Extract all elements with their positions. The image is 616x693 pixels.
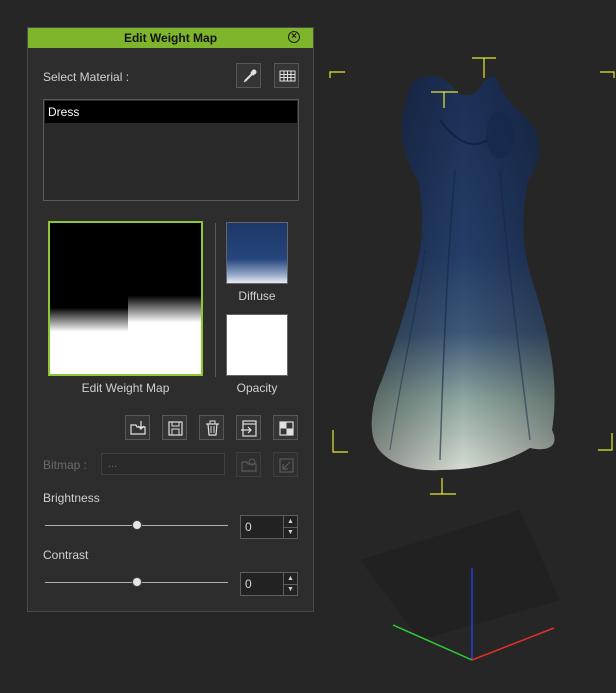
dress-model bbox=[371, 76, 555, 471]
opacity-caption: Opacity bbox=[236, 381, 278, 395]
export-icon bbox=[241, 420, 257, 437]
checker-map-button[interactable] bbox=[273, 415, 298, 440]
material-grid-icon bbox=[279, 70, 296, 82]
delete-map-button[interactable] bbox=[199, 415, 224, 440]
material-item-dress[interactable]: Dress bbox=[45, 101, 297, 123]
edit-weight-map-panel: Edit Weight Map × Select Material : Dres… bbox=[27, 27, 314, 612]
select-material-label: Select Material : bbox=[43, 70, 130, 84]
eyedropper-button[interactable] bbox=[236, 63, 261, 88]
material-grid-button[interactable] bbox=[274, 63, 299, 88]
diffuse-thumbnail[interactable] bbox=[226, 222, 288, 284]
diffuse-caption: Diffuse bbox=[238, 289, 276, 303]
edit-bitmap-icon bbox=[279, 458, 294, 473]
contrast-value[interactable]: 0 bbox=[245, 573, 252, 595]
brightness-decrement[interactable]: ▼ bbox=[283, 527, 297, 538]
export-map-button[interactable] bbox=[236, 415, 261, 440]
contrast-spinbox[interactable]: 0 ▲ ▼ bbox=[240, 572, 298, 596]
save-map-button[interactable] bbox=[162, 415, 187, 440]
edit-bitmap-button[interactable] bbox=[273, 452, 298, 477]
opacity-thumbnail[interactable] bbox=[226, 314, 288, 376]
load-icon bbox=[130, 421, 146, 435]
eyedropper-icon bbox=[243, 69, 257, 83]
diffuse-preview bbox=[227, 223, 287, 283]
checker-icon bbox=[279, 421, 294, 436]
bitmap-field[interactable]: ... bbox=[101, 453, 225, 475]
delete-icon bbox=[206, 420, 219, 436]
load-map-button[interactable] bbox=[125, 415, 150, 440]
browse-bitmap-icon bbox=[241, 458, 257, 472]
panel-title: Edit Weight Map bbox=[123, 31, 218, 45]
weight-map-thumbnail[interactable] bbox=[48, 221, 203, 376]
contrast-decrement[interactable]: ▼ bbox=[283, 584, 297, 595]
weight-map-caption: Edit Weight Map bbox=[81, 381, 170, 395]
contrast-slider-thumb[interactable] bbox=[131, 577, 142, 587]
brightness-label: Brightness bbox=[43, 491, 100, 505]
panel-titlebar[interactable]: Edit Weight Map × bbox=[28, 28, 313, 48]
material-list[interactable]: Dress bbox=[43, 99, 299, 201]
brightness-slider-thumb[interactable] bbox=[131, 520, 142, 530]
browse-bitmap-button[interactable] bbox=[236, 452, 261, 477]
close-icon[interactable]: × bbox=[288, 31, 300, 43]
brightness-spinbox[interactable]: 0 ▲ ▼ bbox=[240, 515, 298, 539]
weight-map-preview bbox=[50, 223, 201, 374]
bitmap-label: Bitmap : bbox=[43, 458, 88, 472]
contrast-label: Contrast bbox=[43, 548, 89, 562]
save-icon bbox=[168, 421, 183, 436]
thumbnail-divider bbox=[215, 223, 216, 377]
brightness-value[interactable]: 0 bbox=[245, 516, 252, 538]
